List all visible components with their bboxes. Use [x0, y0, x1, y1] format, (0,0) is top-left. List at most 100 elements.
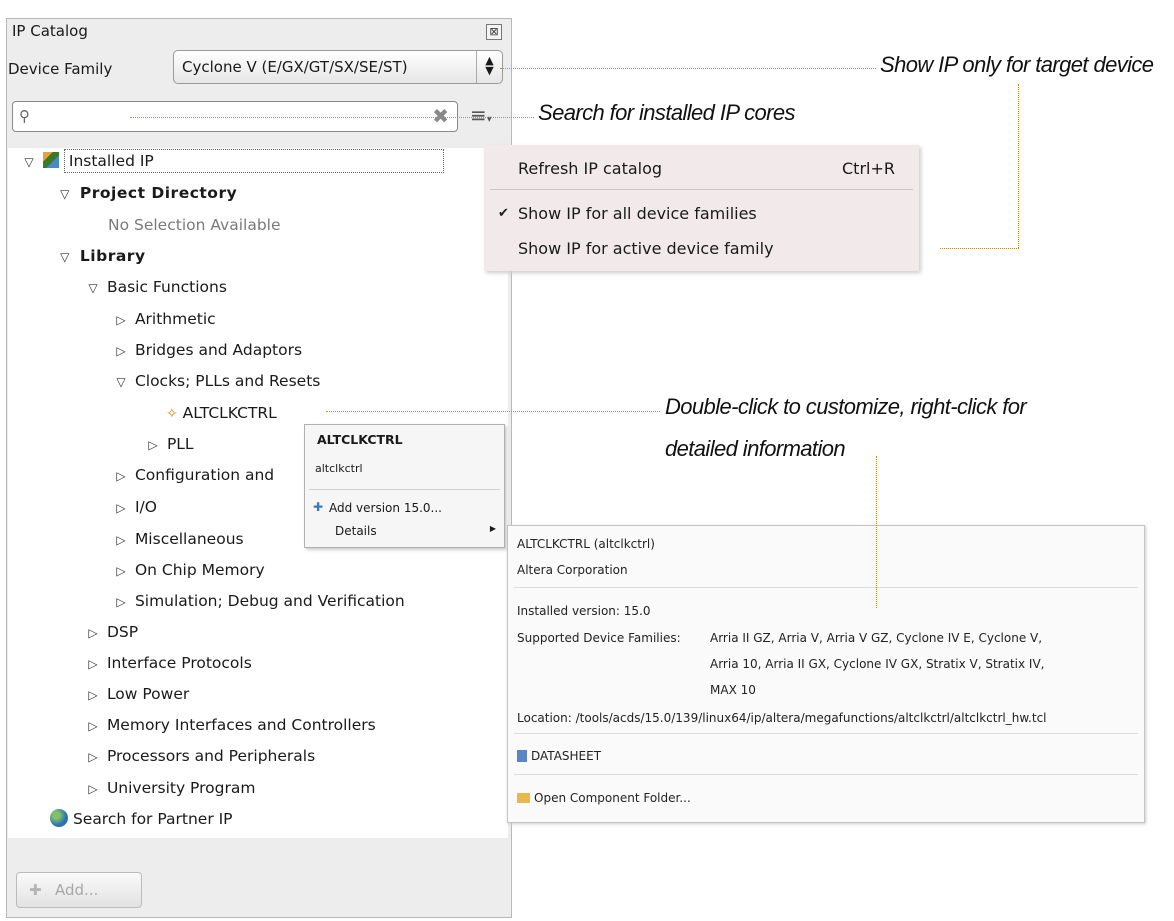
- tree-item-altclkctrl[interactable]: ✧ ALTCLKCTRL: [166, 400, 277, 426]
- details-families-line2: Arria 10, Arria II GX, Cyclone IV GX, St…: [710, 657, 1045, 671]
- tree-item-dsp[interactable]: ▷ DSP: [84, 619, 138, 645]
- open-folder-label: Open Component Folder...: [534, 791, 691, 805]
- details-popup: ALTCLKCTRL (altclkctrl) Altera Corporati…: [507, 525, 1145, 823]
- collapse-icon[interactable]: ▷: [112, 558, 130, 584]
- tree-item-label: Installed IP: [63, 149, 444, 173]
- context-menu-add-version[interactable]: Add version 15.0...: [329, 501, 442, 515]
- tree-item-label: Basic Functions: [106, 278, 227, 296]
- tree-item-io[interactable]: ▷ I/O: [112, 494, 157, 520]
- open-folder-link[interactable]: Open Component Folder...: [517, 791, 691, 805]
- datasheet-link[interactable]: DATASHEET: [517, 749, 601, 763]
- context-menu-details[interactable]: Details: [335, 524, 377, 538]
- callout-line: [326, 411, 660, 412]
- tree-item-on-chip-memory[interactable]: ▷ On Chip Memory: [112, 557, 264, 584]
- tree-item-pll[interactable]: ▷ PLL: [144, 431, 194, 458]
- tree-item-label: Memory Interfaces and Controllers: [106, 716, 376, 734]
- tree-item-no-selection: No Selection Available: [108, 216, 281, 234]
- catalog-options-menu: Refresh IP catalog Ctrl+R ✔ Show IP for …: [484, 145, 919, 271]
- tree-item-memory-interfaces[interactable]: ▷ Memory Interfaces and Controllers: [84, 712, 376, 739]
- tree-item-library[interactable]: ▽ Library: [56, 243, 146, 269]
- menu-item-show-active[interactable]: Show IP for active device family: [518, 239, 774, 258]
- collapse-icon[interactable]: ▷: [84, 682, 102, 708]
- device-family-label: Device Family: [8, 60, 113, 78]
- tree-item-simulation[interactable]: ▷ Simulation; Debug and Verification: [112, 588, 404, 615]
- menu-separator: [490, 189, 913, 190]
- tree-item-label: Search for Partner IP: [72, 810, 233, 828]
- tree-item-label: DSP: [106, 623, 139, 641]
- globe-icon: [50, 809, 68, 827]
- tree-item-bridges[interactable]: ▷ Bridges and Adaptors: [112, 337, 302, 363]
- collapse-icon[interactable]: ▷: [112, 307, 130, 333]
- tree-item-processors[interactable]: ▷ Processors and Peripherals: [84, 743, 315, 769]
- close-icon[interactable]: ⊠: [486, 24, 502, 40]
- document-icon: [517, 750, 527, 762]
- callout-line: [130, 117, 534, 118]
- collapse-icon[interactable]: ▷: [84, 776, 102, 802]
- submenu-arrow-icon: ▶: [489, 524, 496, 533]
- tree-item-arithmetic[interactable]: ▷ Arithmetic: [112, 306, 216, 333]
- wand-icon: ✧: [166, 406, 178, 422]
- callout-line: [1018, 84, 1019, 248]
- spinner-icon[interactable]: ▲ ▼: [476, 51, 502, 83]
- tree-item-misc[interactable]: ▷ Miscellaneous: [112, 526, 244, 553]
- collapse-icon[interactable]: ▷: [84, 713, 102, 739]
- tree-item-label: Configuration and: [134, 466, 275, 484]
- tree-item-low-power[interactable]: ▷ Low Power: [84, 681, 189, 707]
- device-family-select[interactable]: Cyclone V (E/GX/GT/SX/SE/ST) ▲ ▼: [173, 50, 503, 84]
- add-icon: ✚: [29, 881, 42, 899]
- tree-item-label: Processors and Peripherals: [106, 747, 316, 765]
- expand-icon[interactable]: ▽: [56, 244, 74, 270]
- tree-item-interface-protocols[interactable]: ▷ Interface Protocols: [84, 650, 252, 677]
- tree-item-partner-ip[interactable]: Search for Partner IP: [50, 806, 233, 832]
- collapse-icon[interactable]: ▷: [112, 589, 130, 615]
- tree-item-basic-functions[interactable]: ▽ Basic Functions: [84, 274, 227, 300]
- collapse-icon[interactable]: ▷: [112, 463, 130, 489]
- search-icon: ⚲: [19, 107, 30, 125]
- collapse-icon[interactable]: ▷: [144, 432, 162, 458]
- context-menu: ALTCLKCTRL altclkctrl ✚ Add version 15.0…: [304, 424, 505, 548]
- callout-line: [940, 248, 1019, 249]
- folder-icon: [517, 793, 530, 803]
- callout-search: Search for installed IP cores: [538, 100, 796, 125]
- details-vendor: Altera Corporation: [517, 563, 628, 577]
- tree-item-label: Miscellaneous: [134, 530, 244, 548]
- collapse-icon[interactable]: ▷: [84, 651, 102, 677]
- tree-item-label: I/O: [134, 498, 157, 516]
- menu-item-refresh[interactable]: Refresh IP catalog: [518, 159, 662, 178]
- expand-icon[interactable]: ▽: [20, 149, 38, 175]
- catalog-menu-button[interactable]: ≡▾: [470, 103, 492, 127]
- tree-item-university[interactable]: ▷ University Program: [84, 775, 255, 801]
- collapse-icon[interactable]: ▷: [84, 620, 102, 646]
- details-families-line3: MAX 10: [710, 683, 756, 697]
- details-installed-version: Installed version: 15.0: [517, 604, 651, 618]
- callout-line: [500, 68, 876, 69]
- collapse-icon[interactable]: ▷: [84, 744, 102, 770]
- installed-ip-icon: [42, 152, 59, 168]
- collapse-icon[interactable]: ▷: [112, 338, 130, 364]
- expand-icon[interactable]: ▽: [84, 275, 102, 301]
- device-family-value: Cyclone V (E/GX/GT/SX/SE/ST): [182, 58, 408, 76]
- tree-item-project-directory[interactable]: ▽ Project Directory: [56, 180, 237, 206]
- tree-item-label: Interface Protocols: [106, 654, 252, 672]
- tree-item-label: Arithmetic: [134, 310, 216, 328]
- tree-item-clocks[interactable]: ▽ Clocks; PLLs and Resets: [112, 368, 320, 394]
- datasheet-label: DATASHEET: [531, 749, 602, 763]
- context-menu-title: ALTCLKCTRL: [317, 432, 403, 447]
- details-name: ALTCLKCTRL (altclkctrl): [517, 537, 655, 551]
- details-separator: [514, 774, 1138, 775]
- menu-item-show-all[interactable]: Show IP for all device families: [518, 204, 757, 223]
- tree-item-label: PLL: [166, 435, 194, 453]
- tree-item-configuration[interactable]: ▷ Configuration and: [112, 462, 274, 488]
- collapse-icon[interactable]: ▷: [112, 527, 130, 553]
- expand-icon[interactable]: ▽: [112, 369, 130, 395]
- tree-item-label: ALTCLKCTRL: [182, 404, 277, 422]
- collapse-icon[interactable]: ▷: [112, 495, 130, 521]
- tree-item-installed-ip[interactable]: ▽ Installed IP: [20, 148, 444, 174]
- tree-item-label: Project Directory: [79, 184, 238, 202]
- details-location: Location: /tools/acds/15.0/139/linux64/i…: [517, 711, 1047, 725]
- add-button[interactable]: ✚ Add...: [16, 872, 142, 908]
- panel-title: IP Catalog: [12, 22, 88, 40]
- clear-search-icon[interactable]: ✖: [432, 104, 449, 128]
- details-families-line1: Arria II GZ, Arria V, Arria V GZ, Cyclon…: [710, 631, 1043, 645]
- expand-icon[interactable]: ▽: [56, 181, 74, 207]
